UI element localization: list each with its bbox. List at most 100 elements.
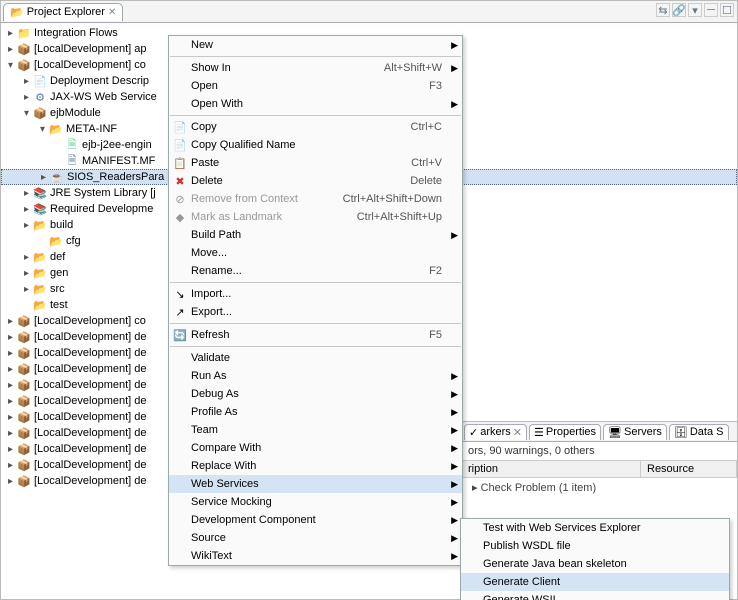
minimize-button[interactable]: ─: [704, 3, 718, 17]
menu-item[interactable]: WikiText▶: [169, 547, 462, 565]
node-label: SIOS_ReadersPara: [65, 171, 164, 183]
twisty-icon[interactable]: ▸: [21, 204, 32, 215]
node-icon: 📦: [16, 393, 32, 409]
maximize-button[interactable]: ☐: [720, 3, 734, 17]
context-menu[interactable]: New▶Show InAlt+Shift+W▶OpenF3Open With▶📄…: [168, 35, 463, 566]
submenu-item[interactable]: Generate WSIL: [461, 591, 729, 600]
menu-item[interactable]: Web Services▶: [169, 475, 462, 493]
menu-item[interactable]: Development Component▶: [169, 511, 462, 529]
menu-item-label: New: [191, 39, 442, 51]
node-label: [LocalDevelopment] de: [32, 427, 147, 439]
menu-item[interactable]: Move...: [169, 244, 462, 262]
twisty-icon[interactable]: ▸: [5, 332, 16, 343]
twisty-icon[interactable]: ▸: [21, 188, 32, 199]
close-icon[interactable]: ✕: [513, 426, 522, 439]
menu-item[interactable]: ↘Import...: [169, 285, 462, 303]
menu-item-shortcut: Alt+Shift+W: [384, 62, 442, 74]
menu-item[interactable]: 📋PasteCtrl+V: [169, 154, 462, 172]
bottom-tab[interactable]: ✓arkers✕: [464, 424, 527, 440]
menu-item-icon: 📄: [172, 121, 188, 134]
close-icon[interactable]: ✕: [108, 7, 116, 18]
node-label: src: [48, 283, 65, 295]
menu-item[interactable]: ↗Export...: [169, 303, 462, 321]
menu-item[interactable]: Replace With▶: [169, 457, 462, 475]
col-resource[interactable]: Resource: [641, 461, 737, 477]
twisty-icon[interactable]: ▾: [37, 124, 48, 135]
submenu-item[interactable]: Generate Java bean skeleton: [461, 555, 729, 573]
menu-item[interactable]: New▶: [169, 36, 462, 54]
twisty-icon[interactable]: ▸: [5, 428, 16, 439]
menu-item[interactable]: OpenF3: [169, 77, 462, 95]
twisty-icon[interactable]: ▸: [21, 76, 32, 87]
twisty-icon[interactable]: ▸: [21, 92, 32, 103]
bottom-tab[interactable]: 🖥Servers: [603, 424, 667, 440]
menu-item[interactable]: Rename...F2: [169, 262, 462, 280]
node-icon: 📦: [32, 105, 48, 121]
twisty-icon[interactable]: ▸: [5, 444, 16, 455]
menu-item[interactable]: Source▶: [169, 529, 462, 547]
submenu-item[interactable]: Publish WSDL file: [461, 537, 729, 555]
submenu-item[interactable]: Test with Web Services Explorer: [461, 519, 729, 537]
twisty-icon[interactable]: ▸: [21, 284, 32, 295]
menu-item[interactable]: Service Mocking▶: [169, 493, 462, 511]
node-icon: 📦: [16, 473, 32, 489]
node-label: [LocalDevelopment] de: [32, 331, 147, 343]
menu-item[interactable]: Compare With▶: [169, 439, 462, 457]
submenu-item[interactable]: Generate Client: [461, 573, 729, 591]
menu-item[interactable]: Validate: [169, 349, 462, 367]
twisty-icon[interactable]: ▾: [5, 60, 16, 71]
twisty-icon[interactable]: ▸: [5, 348, 16, 359]
menu-item[interactable]: 📄Copy Qualified Name: [169, 136, 462, 154]
twisty-icon[interactable]: ▸: [5, 364, 16, 375]
menu-item[interactable]: Team▶: [169, 421, 462, 439]
node-label: def: [48, 251, 65, 263]
menu-item[interactable]: Debug As▶: [169, 385, 462, 403]
menu-item-label: Remove from Context: [191, 193, 343, 205]
twisty-icon[interactable]: ▸: [5, 460, 16, 471]
menu-item[interactable]: Profile As▶: [169, 403, 462, 421]
menu-item-label: Profile As: [191, 406, 442, 418]
menu-item[interactable]: Show InAlt+Shift+W▶: [169, 59, 462, 77]
tab-project-explorer[interactable]: 📂 Project Explorer ✕: [3, 3, 123, 21]
menu-item[interactable]: Build Path▶: [169, 226, 462, 244]
twisty-icon[interactable]: ▸: [5, 28, 16, 39]
tab-icon: ☰: [534, 426, 544, 439]
twisty-icon[interactable]: ▸: [5, 412, 16, 423]
twisty-icon[interactable]: ▸: [5, 380, 16, 391]
node-label: ejb-j2ee-engin: [80, 139, 152, 151]
view-menu-button[interactable]: ▾: [688, 3, 702, 17]
menu-item[interactable]: ✖DeleteDelete: [169, 172, 462, 190]
collapse-all-button[interactable]: ⇆: [656, 3, 670, 17]
menu-item-label: Delete: [191, 175, 410, 187]
problem-group-row[interactable]: ▸ Check Problem (1 item): [462, 478, 737, 497]
twisty-icon[interactable]: ▸: [5, 316, 16, 327]
twisty-icon[interactable]: ▸: [21, 220, 32, 231]
twisty-icon[interactable]: ▸: [5, 396, 16, 407]
web-services-submenu[interactable]: Test with Web Services ExplorerPublish W…: [460, 518, 730, 600]
node-icon: 📦: [16, 345, 32, 361]
twisty-icon[interactable]: ▸: [21, 252, 32, 263]
menu-item[interactable]: Run As▶: [169, 367, 462, 385]
menu-item-label: Rename...: [191, 265, 429, 277]
node-icon: 📄: [32, 73, 48, 89]
link-editor-button[interactable]: 🔗: [672, 3, 686, 17]
col-description[interactable]: ription: [462, 461, 641, 477]
twisty-icon[interactable]: ▸: [5, 476, 16, 487]
twisty-icon[interactable]: ▸: [5, 44, 16, 55]
menu-item-shortcut: Ctrl+Alt+Shift+Up: [357, 211, 442, 223]
submenu-arrow-icon: ▶: [451, 443, 458, 454]
tab-label: Project Explorer: [27, 6, 105, 18]
twisty-icon[interactable]: ▸: [38, 172, 49, 183]
menu-item-label: Copy Qualified Name: [191, 139, 442, 151]
bottom-tab[interactable]: 🗄Data S: [669, 424, 729, 440]
node-icon: 📦: [16, 313, 32, 329]
node-label: JRE System Library [j: [48, 187, 156, 199]
menu-item[interactable]: 📄CopyCtrl+C: [169, 118, 462, 136]
node-icon: 📂: [48, 233, 64, 249]
bottom-tab[interactable]: ☰Properties: [529, 424, 601, 440]
twisty-icon[interactable]: ▾: [21, 108, 32, 119]
submenu-arrow-icon: ▶: [451, 497, 458, 508]
menu-item[interactable]: 🔄RefreshF5: [169, 326, 462, 344]
twisty-icon[interactable]: ▸: [21, 268, 32, 279]
menu-item[interactable]: Open With▶: [169, 95, 462, 113]
